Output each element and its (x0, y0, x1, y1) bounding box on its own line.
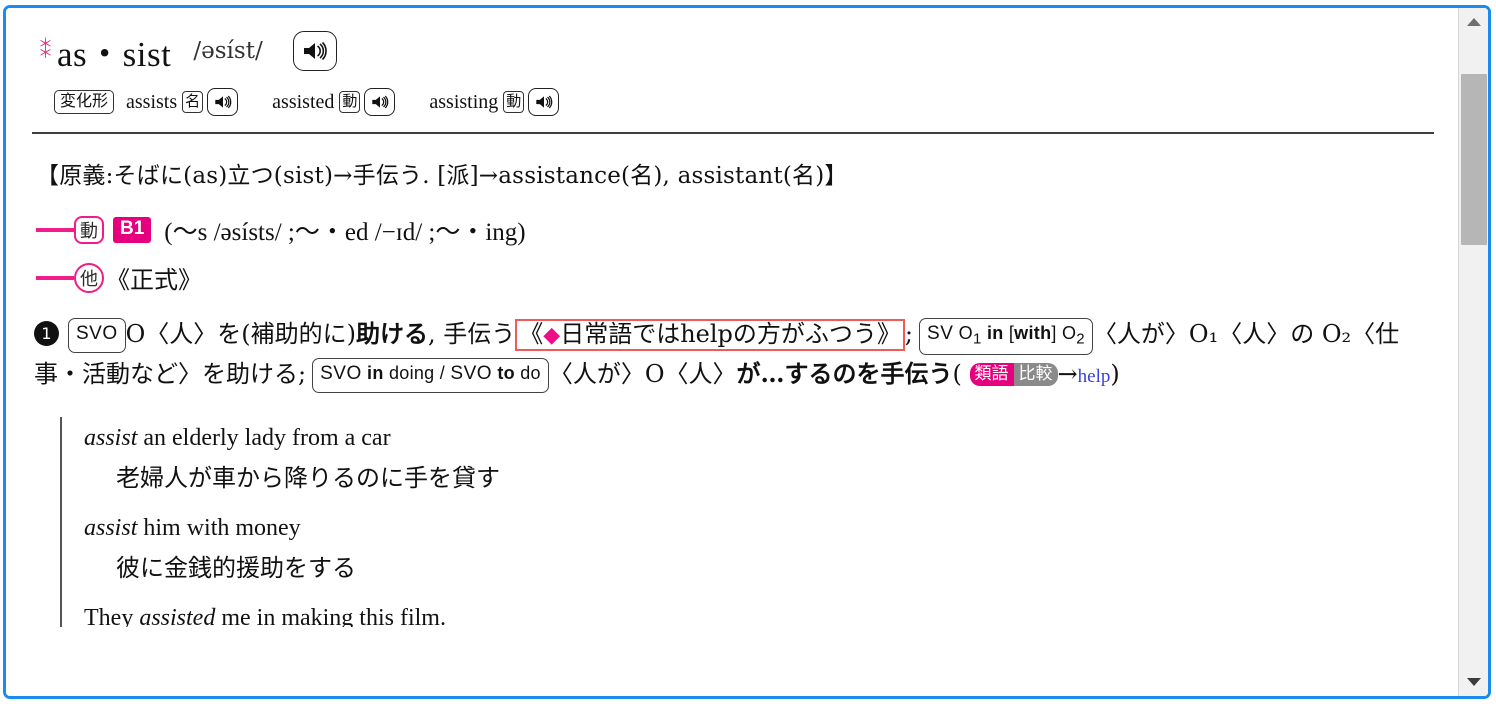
example-japanese: 彼に金銭的援助をする (116, 553, 356, 582)
verb-pos-line: 動 B1 (〜s /əsísts/ ;〜・ed /−ɪd/ ;〜・ing) (24, 190, 1440, 248)
usage-note-highlight: 《◆日常語ではhelpの方がふつう》 (515, 319, 905, 351)
inflection-pos: 名 (182, 91, 204, 113)
sense-definition-a-bold: 助ける (356, 319, 429, 348)
cross-ref-arrow: → (1057, 359, 1078, 388)
inflection-label: 変化形 (54, 90, 115, 114)
cefr-level-badge: B1 (113, 217, 152, 243)
inflection-item: assisted 動 (272, 88, 396, 116)
frequency-star-icon: ＊＊ (38, 36, 54, 62)
usage-note-text: 日常語ではhelpの方がふつう (560, 320, 877, 348)
headword: as・sist (57, 34, 172, 74)
phonetic-transcription: /əsíst/ (193, 38, 263, 64)
example-english-clipped: They assisted me in making this film. (84, 597, 1440, 627)
sense-definition-a-tail: , 手伝う (428, 320, 516, 348)
inflection-phonetics: (〜s /əsísts/ ;〜・ed /−ɪd/ ;〜・ing) (164, 219, 526, 246)
transitivity-badge: 他 (74, 262, 104, 293)
grammar-pattern-svo-doing: SVO in doing / SVO to do (312, 357, 549, 393)
inflections-row: 変化形 assists 名 assisted 動 assisting 動 (24, 80, 1440, 124)
example-english-rest: me in making this film. (215, 604, 446, 627)
thesaurus-badge[interactable]: 類語 (969, 362, 1014, 386)
dictionary-app: ＊＊ as・sist /əsíst/ 変化形 assists 名 assiste… (0, 0, 1496, 704)
inflection-pos: 動 (339, 91, 361, 113)
inflection-word: assists (126, 90, 178, 113)
example-english-pre: They (84, 604, 140, 627)
scroll-down-icon (1467, 678, 1481, 686)
inflection-word: assisted (272, 90, 335, 113)
scrollbar-thumb[interactable] (1461, 73, 1487, 245)
grammar-pattern-svo: SVO (68, 318, 126, 353)
diamond-icon: ◆ (543, 322, 561, 347)
example-english: assist an elderly lady from a car (84, 417, 1440, 452)
example-headword-italic: assist (84, 424, 138, 451)
sense-definition-c-bold: が…するのを手伝う (736, 358, 953, 388)
example-english: assist him with money (84, 507, 1440, 542)
inflection-word: assisting (429, 90, 499, 113)
example-headword-italic: assisted (139, 604, 216, 627)
pos-dash (36, 228, 74, 232)
inflection-pos: 動 (503, 91, 525, 113)
pos-verb-badge: 動 (74, 216, 104, 244)
sense-block: 1 SVO O〈人〉を(補助的に)助ける, 手伝う 《◆日常語ではhelpの方がふつう… (24, 295, 1440, 395)
dictionary-viewer-frame: ＊＊ as・sist /əsíst/ 変化形 assists 名 assiste… (3, 5, 1491, 699)
register-label: 《正式》 (106, 266, 202, 294)
example-english-rest: an elderly lady from a car (137, 424, 391, 451)
sense-number: 1 (34, 321, 59, 347)
speaker-icon[interactable] (364, 88, 396, 116)
speaker-icon[interactable] (207, 88, 239, 116)
scroll-up-icon (1467, 18, 1481, 26)
compare-badge[interactable]: 比較 (1013, 362, 1058, 386)
example-japanese: 老婦人が車から降りるのに手を貸す (116, 463, 500, 492)
vertical-scrollbar[interactable] (1458, 8, 1488, 696)
entry-content-pane[interactable]: ＊＊ as・sist /əsíst/ 変化形 assists 名 assiste… (6, 8, 1458, 696)
sense-separator: ; (904, 320, 914, 348)
grammar-pattern-svo-in-with: SV O1 in [with] O2 (919, 318, 1093, 355)
pos-dash (36, 275, 74, 280)
scroll-down-button[interactable] (1459, 668, 1488, 696)
example-headword-italic: assist (84, 514, 138, 541)
cross-ref-link-help[interactable]: help (1078, 366, 1111, 387)
etymology-line: 【原義:そばに(as)立つ(sist)→手伝う. [派]→assistance(… (36, 163, 848, 189)
speaker-icon[interactable] (292, 31, 337, 71)
headword-row: ＊＊ as・sist /əsíst/ (24, 22, 1440, 80)
sense-definition-a: O〈人〉を(補助的に) (125, 320, 357, 348)
inflection-item: assists 名 (126, 88, 239, 116)
sense-definition-c: 〈人が〉O〈人〉 (548, 359, 737, 388)
transitivity-line: 他 《正式》 (24, 248, 1440, 295)
inflection-item: assisting 動 (429, 88, 560, 116)
examples-list: assist an elderly lady from a car 老婦人が車か… (60, 416, 1440, 627)
scroll-up-button[interactable] (1459, 8, 1488, 36)
example-english-rest: him with money (137, 514, 301, 541)
speaker-icon[interactable] (528, 88, 560, 116)
